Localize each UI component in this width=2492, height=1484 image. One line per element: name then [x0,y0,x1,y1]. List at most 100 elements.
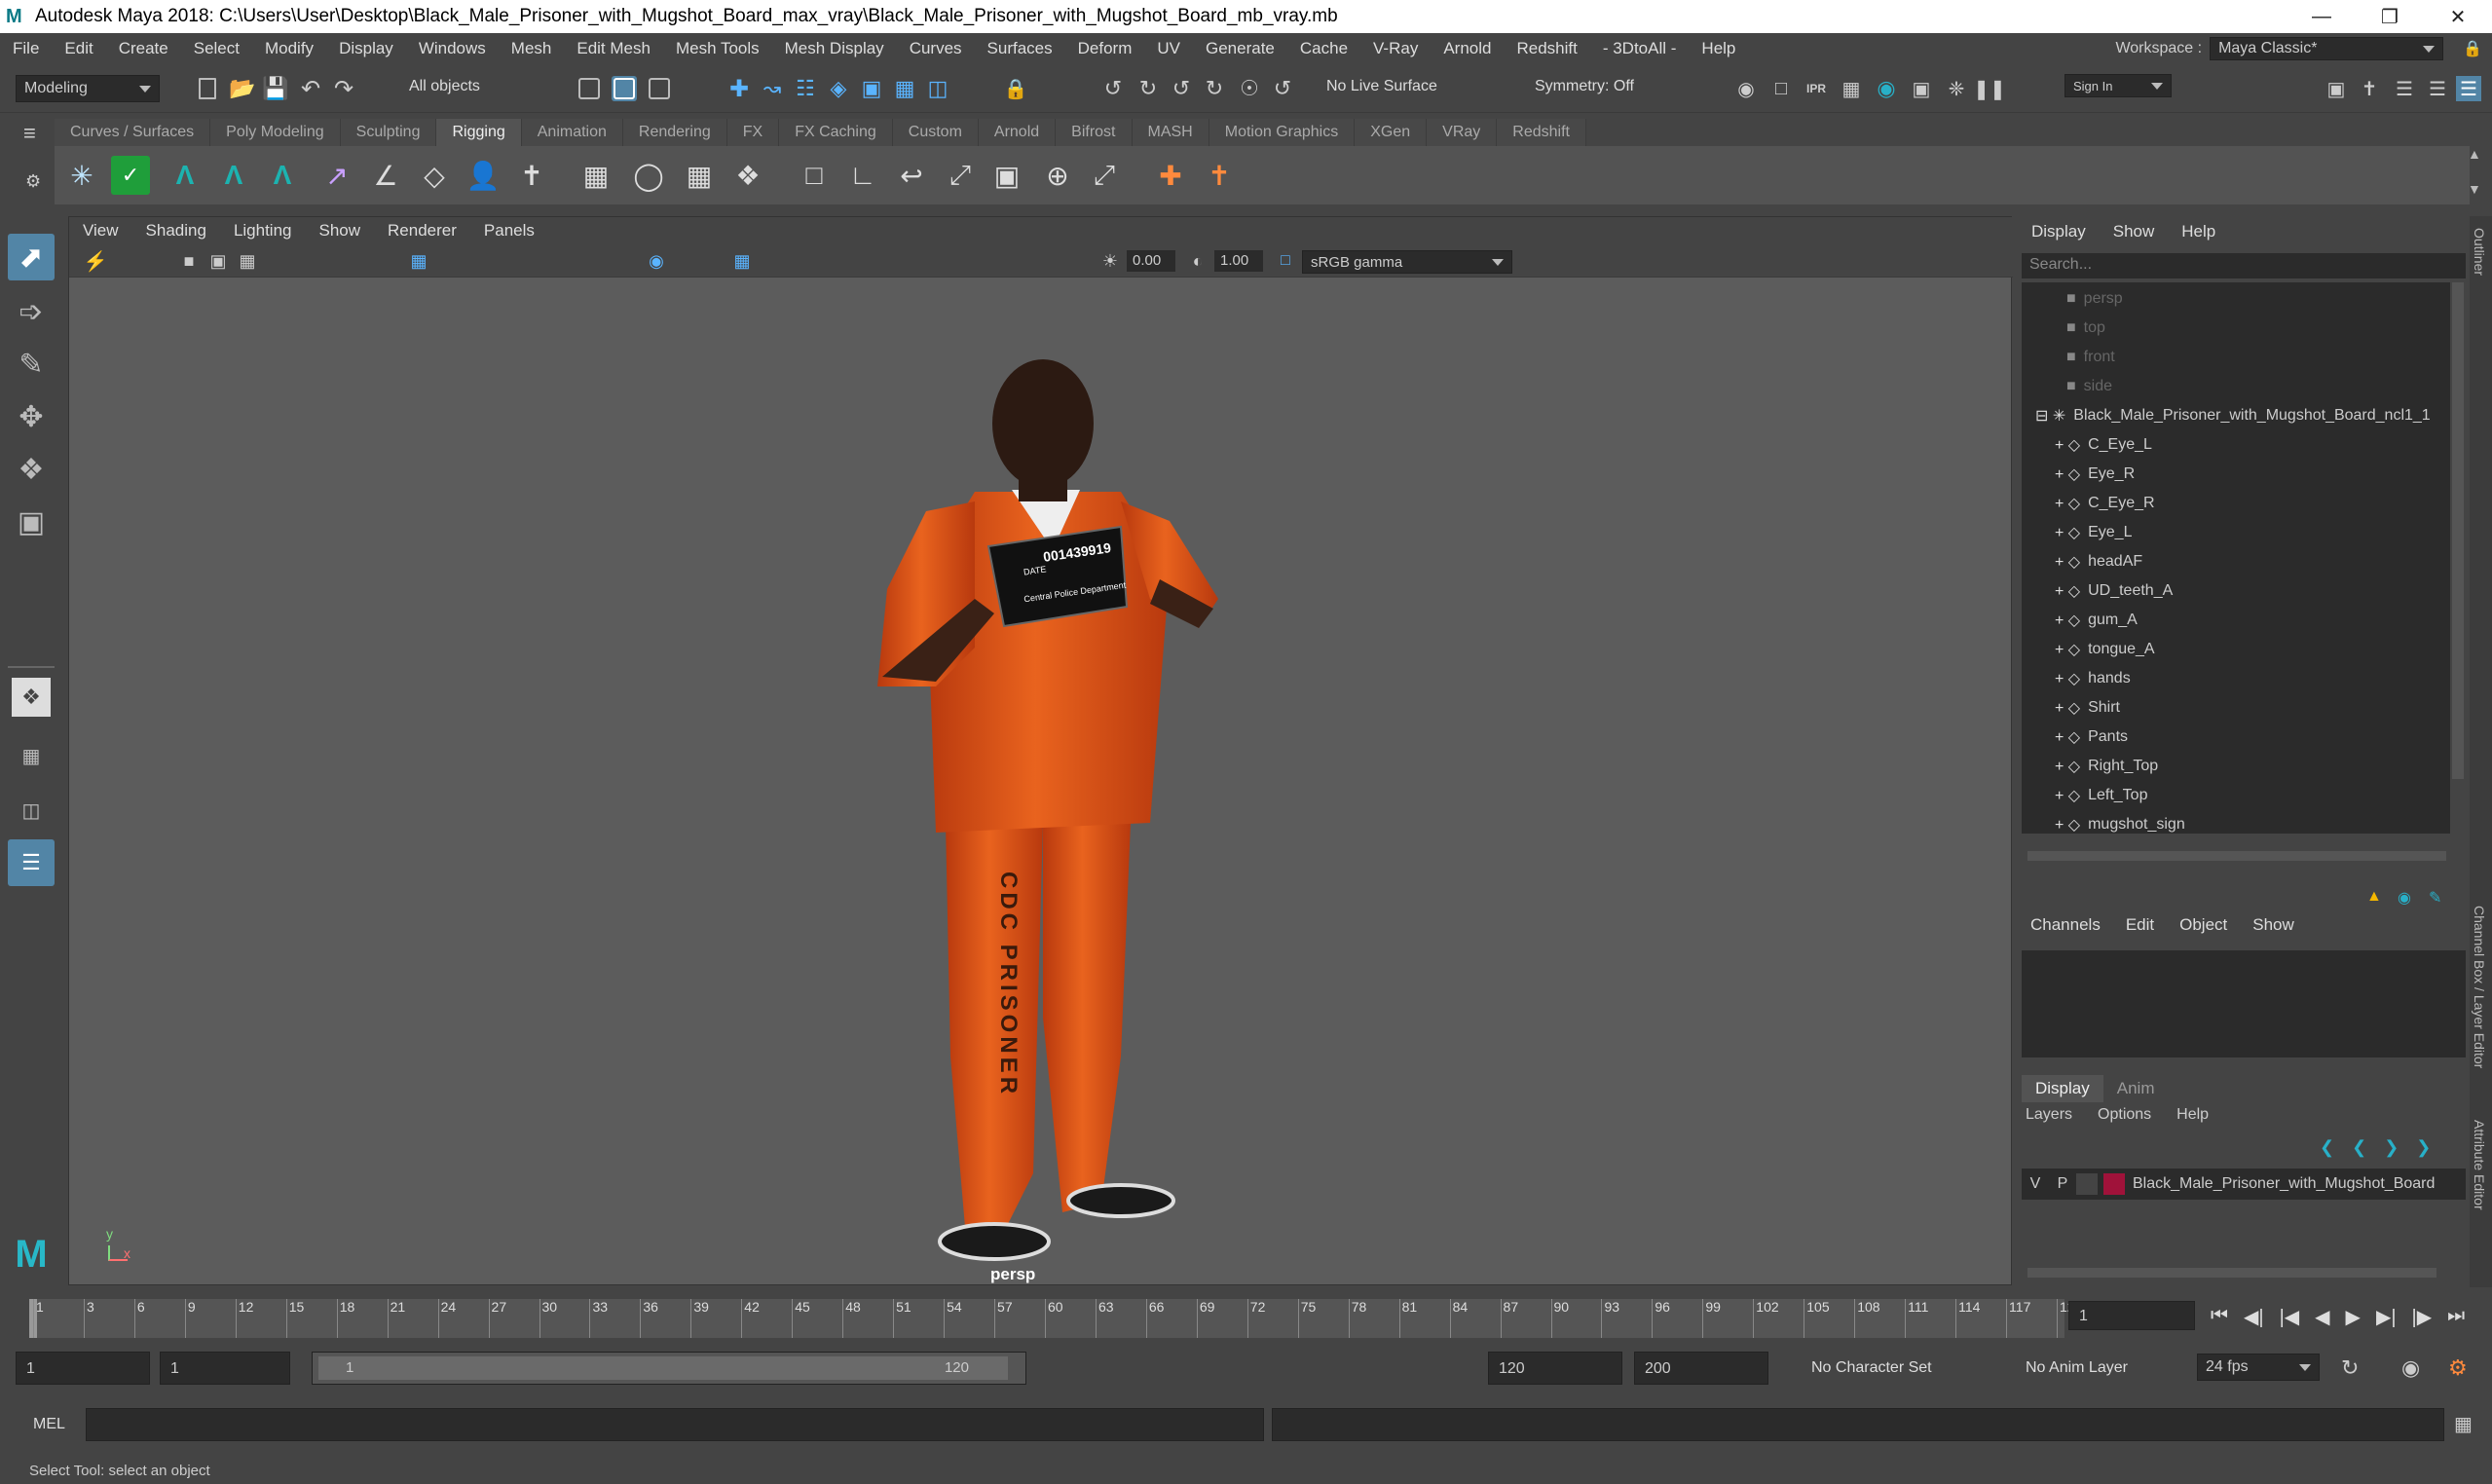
outliner-item[interactable]: + ◇ gum_A [2022,606,2450,635]
cluster-icon[interactable]: ◯ [629,156,668,195]
human-ik-rig-icon[interactable]: Λ [214,156,253,195]
tab-rigging[interactable]: Rigging [436,119,522,146]
close-button[interactable]: ✕ [2424,0,2492,33]
outliner-item[interactable]: + ◇ Shirt [2022,693,2450,723]
step-back-frame-icon[interactable]: |◀ [2280,1305,2300,1329]
menu-set-dropdown[interactable]: Modeling [16,75,160,102]
lasso-tool-icon[interactable]: ➩ [8,288,55,335]
anim-prefs-icon[interactable]: ⚙ [2448,1355,2468,1381]
layer-menu-layers[interactable]: Layers [2026,1106,2072,1124]
render-settings-icon[interactable]: ▦ [1839,76,1864,101]
outliner-item[interactable]: + ◇ tongue_A [2022,635,2450,664]
snap-view-icon[interactable]: ▦ [892,76,917,101]
shelf-scroll-up-icon[interactable]: ▲ [2468,146,2481,162]
tab-rendering[interactable]: Rendering [622,119,727,146]
tab-curves-surfaces[interactable]: Curves / Surfaces [55,119,211,146]
snap-grid-icon[interactable]: ✚ [726,76,752,102]
wireframe-icon[interactable]: ▦ [406,248,431,274]
scale-tool-icon[interactable]: ▣ [8,499,55,545]
lock-icon[interactable]: 🔒 [2463,39,2482,58]
gamma-field[interactable]: 1.00 [1214,250,1263,272]
outliner-item[interactable]: + ◇ Left_Top [2022,781,2450,810]
render-cam-icon[interactable]: ▣ [1909,76,1934,101]
color-management-icon[interactable]: □ [1273,248,1298,274]
quick-rig-icon[interactable]: Λ [166,156,205,195]
menu-help[interactable]: Help [1689,39,1748,58]
range-slider-handle[interactable]: 1 120 [318,1356,1008,1380]
menu-curves[interactable]: Curves [897,39,975,58]
outliner-item[interactable]: ■ front [2022,343,2450,372]
new-layer-icon[interactable]: ❯ [2384,1137,2399,1158]
pause-icon[interactable]: ❚❚ [1973,76,2006,101]
single-perspective-layout-icon[interactable]: ❖ [12,678,51,717]
outliner-scrollbar[interactable] [2452,282,2464,779]
playback-start-field[interactable]: 1 [160,1352,290,1385]
select-by-component-icon[interactable] [647,76,672,101]
menu-create[interactable]: Create [106,39,181,58]
viewport-menu-renderer[interactable]: Renderer [374,221,470,241]
paint-select-icon[interactable]: ✎ [8,341,55,388]
step-back-key-icon[interactable]: ◀| [2244,1305,2264,1329]
lock-snap-icon[interactable]: 🔒 [1003,76,1028,101]
anim-layer-dropdown[interactable]: No Anim Layer [2026,1359,2128,1377]
menu-deform[interactable]: Deform [1065,39,1145,58]
image-plane-icon[interactable]: ▦ [235,248,260,274]
move-layer-up-icon[interactable]: ❮ [2320,1137,2334,1158]
interactive-bind-icon[interactable]: ✝ [512,156,551,195]
redo-icon[interactable]: ↷ [331,76,356,102]
ipr-render-icon[interactable]: IPR [1804,76,1829,101]
menu-surfaces[interactable]: Surfaces [975,39,1065,58]
outliner-item[interactable]: + ◇ Eye_L [2022,518,2450,547]
bind-skin-icon[interactable]: 👤 [464,156,502,195]
outliner-item[interactable]: + ◇ C_Eye_R [2022,489,2450,518]
tab-sculpting[interactable]: Sculpting [340,119,437,146]
point-constraint-icon[interactable]: □ [795,156,834,195]
orient-joint-icon[interactable]: ◇ [415,156,454,195]
camera-select-icon[interactable]: ⚡ [83,248,108,274]
output-ops-icon[interactable]: ↻ [1202,76,1227,101]
snap-surface-icon[interactable]: ▣ [859,76,884,101]
shelf-scroll-down-icon[interactable]: ▼ [2468,181,2481,197]
outliner-item[interactable]: ⊟ ✳ Black_Male_Prisoner_with_Mugshot_Boar… [2022,401,2450,430]
menu-uv[interactable]: UV [1144,39,1193,58]
menu-mesh-display[interactable]: Mesh Display [772,39,897,58]
tab-mash[interactable]: MASH [1132,119,1209,146]
new-layer-selected-icon[interactable]: ❯ [2416,1137,2431,1158]
tab-poly-modeling[interactable]: Poly Modeling [210,119,341,146]
selection-filter[interactable]: All objects [409,78,545,101]
tool-settings-toggle-icon[interactable]: ☰ [2425,76,2450,101]
skeleton-icon[interactable]: Λ [263,156,302,195]
auto-key-icon[interactable]: ◉ [2401,1355,2420,1381]
layer-visibility-toggle[interactable]: V [2022,1175,2049,1193]
loop-icon[interactable]: ↻ [2341,1355,2359,1381]
script-editor-icon[interactable]: ▦ [2454,1412,2473,1436]
outliner-item[interactable]: ■ side [2022,372,2450,401]
tab-arnold[interactable]: Arnold [978,119,1057,146]
tab-anim[interactable]: Anim [2103,1075,2169,1102]
parent-constraint-icon[interactable]: ▣ [987,156,1026,195]
tab-vray[interactable]: VRay [1427,119,1498,146]
outliner-item[interactable]: + ◇ Right_Top [2022,752,2450,781]
render-frame-icon[interactable]: ◉ [1733,76,1759,101]
pivot-icon[interactable]: ✝ [1200,156,1239,195]
channel-menu-object[interactable]: Object [2167,915,2240,935]
live-surface-field[interactable]: No Live Surface [1326,78,1437,95]
side-tab-outliner[interactable]: Outliner [2472,228,2487,276]
wrap-icon[interactable]: ❖ [728,156,767,195]
animation-start-field[interactable]: 1 [16,1352,150,1385]
render-view-icon[interactable]: □ [1768,76,1794,101]
magnet-icon[interactable]: ☉ [1237,76,1262,101]
play-backward-icon[interactable]: ◀ [2315,1305,2329,1329]
menu-edit[interactable]: Edit [52,39,105,58]
step-forward-frame-icon[interactable]: ▶| [2376,1305,2397,1329]
menu-display[interactable]: Display [326,39,406,58]
menu-edit-mesh[interactable]: Edit Mesh [564,39,663,58]
side-tab-channel-box[interactable]: Channel Box / Layer Editor [2472,906,2487,1068]
human-ik-icon[interactable]: ✝ [2357,76,2382,101]
scale-constraint-icon[interactable]: ⤢ [941,156,980,195]
snap-curve-icon[interactable]: ↝ [760,76,785,101]
outliner-layout-icon[interactable]: ☰ [8,839,55,886]
move-tool-icon[interactable]: ✥ [8,393,55,440]
channel-sync-icon[interactable]: ◉ [2398,888,2411,908]
four-view-layout-icon[interactable]: ▦ [8,732,55,779]
